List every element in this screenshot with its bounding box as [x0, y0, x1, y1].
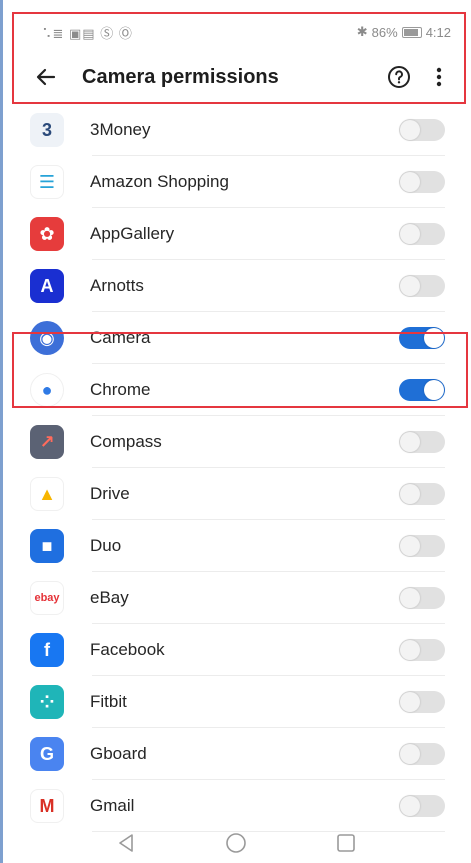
permission-toggle[interactable]	[399, 535, 445, 557]
toggle-knob	[400, 588, 420, 608]
arnotts-icon: A	[30, 269, 64, 303]
app-name-label: Arnotts	[90, 276, 144, 295]
permission-toggle[interactable]	[399, 743, 445, 765]
nav-back-triangle-icon	[118, 834, 133, 852]
permission-toggle[interactable]	[399, 275, 445, 297]
app-row[interactable]: ☰ Amazon Shopping	[14, 156, 465, 208]
status-bar: ⠡≣ ▣▤ Ⓢ Ⓞ ✱ 86% 4:12	[14, 12, 465, 52]
more-options-button[interactable]	[419, 57, 459, 97]
help-button[interactable]	[379, 57, 419, 97]
status-right: ✱ 86% 4:12	[357, 24, 465, 40]
status-time: 4:12	[425, 24, 451, 40]
status-icons-text: ⠡≣ ▣▤ Ⓢ Ⓞ	[42, 25, 133, 41]
app-row[interactable]: A Arnotts	[14, 260, 465, 312]
toggle-knob	[400, 536, 420, 556]
app-name-label: Chrome	[90, 380, 151, 399]
app-row[interactable]: f Facebook	[14, 624, 465, 676]
app-bar: Camera permissions	[14, 50, 465, 104]
facebook-icon: f	[30, 633, 64, 667]
permission-toggle[interactable]	[399, 639, 445, 661]
app-row[interactable]: G Gboard	[14, 728, 465, 780]
app-name-label: Drive	[90, 484, 130, 503]
permission-toggle[interactable]	[399, 795, 445, 817]
page-title: Camera permissions	[82, 65, 279, 88]
permission-toggle[interactable]	[399, 223, 445, 245]
toggle-knob	[400, 276, 420, 296]
nav-recents-square-icon	[336, 834, 355, 852]
nav-home-button[interactable]	[223, 830, 249, 856]
permission-toggle[interactable]	[399, 483, 445, 505]
permission-toggle[interactable]	[399, 171, 445, 193]
app-row[interactable]: ↗ Compass	[14, 416, 465, 468]
app-name-label: Fitbit	[90, 692, 127, 711]
help-circle-icon	[388, 66, 410, 88]
app-name-label: Facebook	[90, 640, 165, 659]
app-name-label: Compass	[90, 432, 162, 451]
left-edge-strip	[0, 0, 3, 863]
more-vertical-icon	[436, 67, 442, 87]
app-row[interactable]: ✿ AppGallery	[14, 208, 465, 260]
app-row[interactable]: ◉ Camera	[14, 312, 465, 364]
toggle-knob	[424, 328, 444, 348]
permission-toggle[interactable]	[399, 431, 445, 453]
app-row[interactable]: ⁘ Fitbit	[14, 676, 465, 728]
app-name-label: Amazon Shopping	[90, 172, 229, 191]
toggle-knob	[400, 692, 420, 712]
permission-toggle[interactable]	[399, 587, 445, 609]
app-row[interactable]: ▲ Drive	[14, 468, 465, 520]
battery-percent: 86%	[371, 24, 398, 40]
back-button[interactable]	[24, 55, 68, 99]
toggle-knob	[400, 224, 420, 244]
permission-toggle[interactable]	[399, 119, 445, 141]
toggle-knob	[400, 432, 420, 452]
nav-recents-button[interactable]	[333, 830, 359, 856]
app-name-label: Duo	[90, 536, 122, 555]
app-name-label: Gmail	[90, 796, 135, 815]
app-row[interactable]: ebay eBay	[14, 572, 465, 624]
battery-icon	[401, 26, 422, 38]
permission-toggle[interactable]	[399, 691, 445, 713]
duo-icon: ■	[30, 529, 64, 563]
app-name-label: AppGallery	[90, 224, 175, 243]
app-name-label: Camera	[90, 328, 151, 347]
toggle-knob	[424, 380, 444, 400]
toggle-knob	[400, 120, 420, 140]
appgallery-icon: ✿	[30, 217, 64, 251]
fitbit-icon: ⁘	[30, 685, 64, 719]
app-row[interactable]: ● Chrome	[14, 364, 465, 416]
chrome-icon: ●	[30, 373, 64, 407]
gboard-icon: G	[30, 737, 64, 771]
navigation-bar	[0, 823, 471, 863]
ebay-icon: ebay	[30, 581, 64, 615]
toggle-knob	[400, 744, 420, 764]
permission-toggle[interactable]	[399, 379, 445, 401]
toggle-knob	[400, 640, 420, 660]
permission-toggle[interactable]	[399, 327, 445, 349]
app-row[interactable]: ■ Duo	[14, 520, 465, 572]
gmail-icon: M	[30, 789, 64, 823]
app-name-label: eBay	[90, 588, 129, 607]
nav-back-button[interactable]	[113, 830, 139, 856]
amazon-icon: ☰	[30, 165, 64, 199]
toggle-knob	[400, 484, 420, 504]
app-name-label: 3Money	[90, 120, 151, 139]
app-name-label: Gboard	[90, 744, 147, 763]
drive-icon: ▲	[30, 477, 64, 511]
app-row[interactable]: 3 3Money	[14, 104, 465, 156]
camera-app-icon: ◉	[30, 321, 64, 355]
toggle-knob	[400, 796, 420, 816]
nav-home-circle-icon	[225, 833, 246, 853]
compass-icon: ↗	[30, 425, 64, 459]
arrow-left-icon	[36, 68, 56, 86]
toggle-knob	[400, 172, 420, 192]
status-icons: ⠡≣ ▣▤ Ⓢ Ⓞ	[14, 23, 133, 42]
3money-icon: 3	[30, 113, 64, 147]
bluetooth-icon: ✱	[356, 24, 368, 39]
